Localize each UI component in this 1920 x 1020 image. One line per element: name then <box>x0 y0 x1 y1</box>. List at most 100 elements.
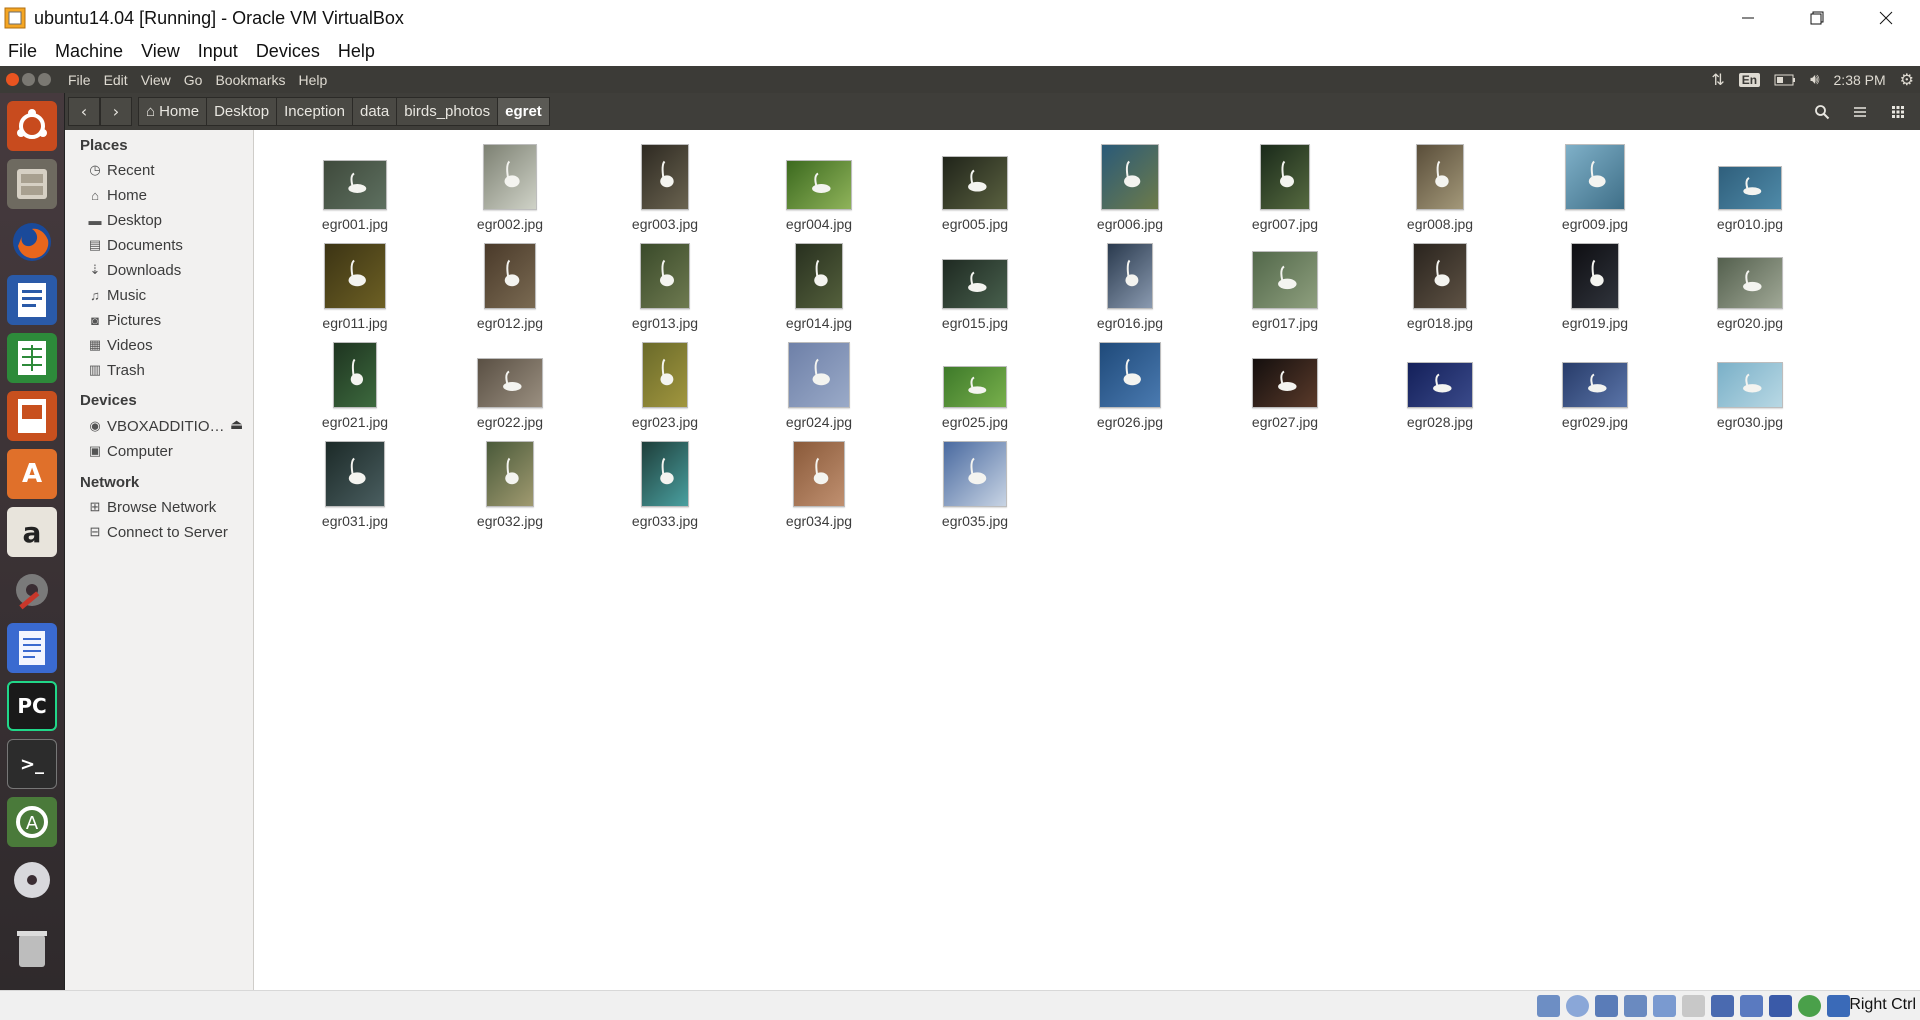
launcher-amazon-button[interactable]: a <box>7 507 57 557</box>
launcher-updater-button[interactable]: A <box>7 797 57 847</box>
image-thumbnail[interactable] <box>324 243 386 309</box>
file-item[interactable]: egr027.jpg <box>1230 338 1340 430</box>
file-item[interactable]: egr028.jpg <box>1385 338 1495 430</box>
optical-drive-status-icon[interactable] <box>1566 995 1589 1017</box>
file-item[interactable]: egr007.jpg <box>1230 140 1340 232</box>
image-thumbnail[interactable] <box>477 358 543 408</box>
file-item[interactable]: egr021.jpg <box>300 338 410 430</box>
file-item[interactable]: egr006.jpg <box>1075 140 1185 232</box>
restore-button[interactable] <box>1782 0 1851 36</box>
file-item[interactable]: egr030.jpg <box>1695 338 1805 430</box>
launcher-terminal-button[interactable]: >_ <box>7 739 57 789</box>
image-thumbnail[interactable] <box>1099 342 1161 408</box>
window-close-button[interactable] <box>6 73 19 86</box>
clock[interactable]: 2:38 PM <box>1834 72 1886 88</box>
image-thumbnail[interactable] <box>1565 144 1625 210</box>
network-updown-icon[interactable]: ⇅ <box>1711 70 1724 90</box>
eject-icon[interactable]: ⏏ <box>230 416 243 433</box>
sidebar-item-home[interactable]: ⌂ Home <box>87 184 147 206</box>
launcher-dvd-button[interactable] <box>7 855 57 905</box>
file-item[interactable]: egr016.jpg <box>1075 239 1185 331</box>
host-menu-machine[interactable]: Machine <box>55 41 123 62</box>
battery-icon[interactable] <box>1774 74 1796 86</box>
app-menu-bookmarks[interactable]: Bookmarks <box>215 72 285 88</box>
image-thumbnail[interactable] <box>325 441 385 507</box>
file-item[interactable]: egr003.jpg <box>610 140 720 232</box>
mouse-integration-status-icon[interactable] <box>1798 995 1821 1017</box>
file-item[interactable]: egr029.jpg <box>1540 338 1650 430</box>
app-menu-help[interactable]: Help <box>299 72 328 88</box>
host-menu-help[interactable]: Help <box>338 41 375 62</box>
sidebar-item-pictures[interactable]: ◙ Pictures <box>87 309 161 331</box>
volume-icon[interactable]: 🔊︎ <box>1810 71 1819 88</box>
sidebar-item-vboxadditio[interactable]: ◉ VBOXADDITIO… <box>87 415 224 437</box>
image-thumbnail[interactable] <box>795 243 843 309</box>
file-item[interactable]: egr002.jpg <box>455 140 565 232</box>
image-thumbnail[interactable] <box>642 342 688 408</box>
image-thumbnail[interactable] <box>788 342 850 408</box>
file-item[interactable]: egr020.jpg <box>1695 239 1805 331</box>
image-thumbnail[interactable] <box>1107 243 1153 309</box>
image-thumbnail[interactable] <box>333 342 377 408</box>
breadcrumb-inception[interactable]: Inception <box>277 97 353 126</box>
image-thumbnail[interactable] <box>486 441 534 507</box>
app-menu-view[interactable]: View <box>141 72 171 88</box>
file-item[interactable]: egr023.jpg <box>610 338 720 430</box>
image-thumbnail[interactable] <box>1407 362 1473 408</box>
image-thumbnail[interactable] <box>483 144 537 210</box>
sidebar-item-desktop[interactable]: ▬ Desktop <box>87 209 163 231</box>
file-item[interactable]: egr018.jpg <box>1385 239 1495 331</box>
image-thumbnail[interactable] <box>641 441 689 507</box>
launcher-calc-button[interactable] <box>7 333 57 383</box>
image-thumbnail[interactable] <box>1260 144 1310 210</box>
sidebar-item-downloads[interactable]: ⇣ Downloads <box>87 259 182 281</box>
file-item[interactable]: egr001.jpg <box>300 140 410 232</box>
file-item[interactable]: egr026.jpg <box>1075 338 1185 430</box>
file-item[interactable]: egr015.jpg <box>920 239 1030 331</box>
sidebar-item-videos[interactable]: ▦ Videos <box>87 334 153 356</box>
file-item[interactable]: egr012.jpg <box>455 239 565 331</box>
image-thumbnail[interactable] <box>1718 166 1782 210</box>
image-thumbnail[interactable] <box>1252 358 1318 408</box>
keyboard-language-indicator[interactable]: En <box>1738 72 1761 87</box>
window-maximize-button[interactable] <box>38 73 51 86</box>
file-item[interactable]: egr025.jpg <box>920 338 1030 430</box>
image-thumbnail[interactable] <box>1571 243 1619 309</box>
image-thumbnail[interactable] <box>1717 362 1783 408</box>
file-item[interactable]: egr019.jpg <box>1540 239 1650 331</box>
file-item[interactable]: egr014.jpg <box>764 239 874 331</box>
audio-status-icon[interactable] <box>1595 995 1618 1017</box>
launcher-software-center-button[interactable]: A <box>7 449 57 499</box>
settings-gear-icon[interactable]: ⚙ <box>1900 70 1914 90</box>
app-menu-go[interactable]: Go <box>184 72 203 88</box>
launcher-writer-button[interactable] <box>7 275 57 325</box>
file-item[interactable]: egr031.jpg <box>300 437 410 529</box>
image-thumbnail[interactable] <box>786 160 852 210</box>
close-button[interactable] <box>1851 0 1920 36</box>
image-thumbnail[interactable] <box>942 259 1008 309</box>
image-thumbnail[interactable] <box>1416 144 1464 210</box>
file-item[interactable]: egr034.jpg <box>764 437 874 529</box>
image-thumbnail[interactable] <box>484 243 536 309</box>
shared-folders-status-icon[interactable] <box>1682 995 1705 1017</box>
breadcrumb-home[interactable]: ⌂ Home <box>138 97 208 126</box>
file-item[interactable]: egr032.jpg <box>455 437 565 529</box>
grid-view-button[interactable] <box>1882 97 1914 126</box>
sidebar-item-documents[interactable]: ▤ Documents <box>87 234 183 256</box>
image-thumbnail[interactable] <box>1252 251 1318 309</box>
host-menu-file[interactable]: File <box>8 41 37 62</box>
file-item[interactable]: egr017.jpg <box>1230 239 1340 331</box>
list-view-button[interactable] <box>1844 97 1876 126</box>
image-thumbnail[interactable] <box>1562 362 1628 408</box>
image-thumbnail[interactable] <box>793 441 845 507</box>
file-item[interactable]: egr024.jpg <box>764 338 874 430</box>
launcher-dash-button[interactable] <box>7 101 57 151</box>
host-menu-view[interactable]: View <box>141 41 180 62</box>
minimize-button[interactable] <box>1713 0 1782 36</box>
image-thumbnail[interactable] <box>1101 144 1159 210</box>
image-thumbnail[interactable] <box>1717 257 1783 309</box>
breadcrumb-birds-photos[interactable]: birds_photos <box>397 97 499 126</box>
file-item[interactable]: egr005.jpg <box>920 140 1030 232</box>
sidebar-item-browse-network[interactable]: ⊞ Browse Network <box>87 496 217 518</box>
launcher-files-button[interactable] <box>7 159 57 209</box>
